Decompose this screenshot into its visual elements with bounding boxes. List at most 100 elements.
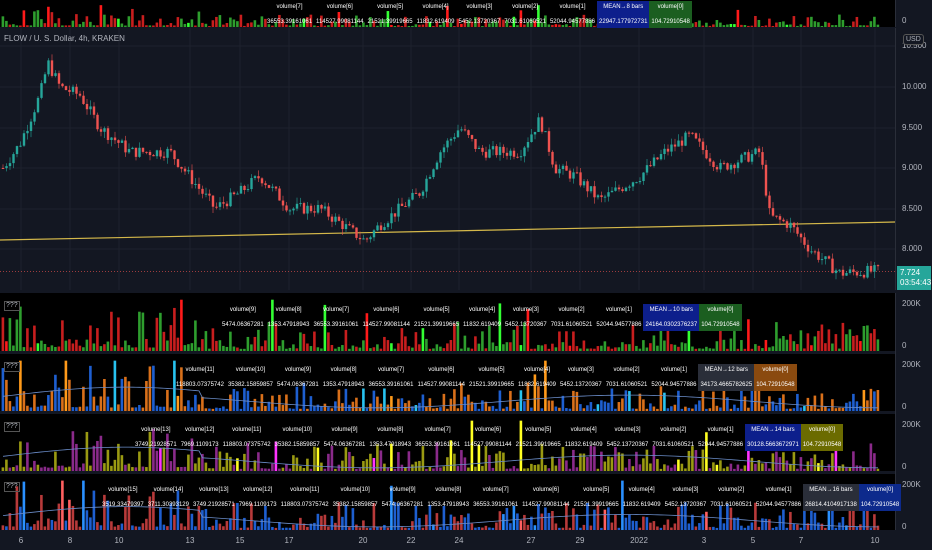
- volume-value: 118803.07375742: [222, 442, 271, 448]
- volume-bar: [705, 346, 708, 351]
- price-axis[interactable]: 10.500 10.000 9.500 9.000 8.500 8.000: [895, 28, 932, 290]
- volume-bar: [540, 408, 544, 411]
- candle: [183, 168, 187, 172]
- volume-bar: [708, 348, 712, 351]
- volume-axis-8[interactable]: 0: [895, 0, 932, 27]
- volume-bar: [57, 387, 61, 411]
- volume-bar: [750, 390, 754, 411]
- volume-bar: [453, 516, 456, 530]
- volume-bar: [687, 407, 691, 411]
- volume-bar: [827, 329, 831, 351]
- volume-bar: [505, 507, 509, 530]
- volume-bar: [369, 453, 372, 471]
- volume-bar: [222, 24, 225, 27]
- volume-bar: [110, 465, 113, 471]
- volume-bar: [771, 346, 775, 351]
- volume-bar: [131, 347, 134, 351]
- candle: [838, 269, 841, 271]
- candle: [495, 146, 498, 156]
- candle: [600, 195, 603, 198]
- volume-bar: [225, 346, 229, 351]
- volume-bar: [750, 25, 754, 27]
- volume-bar: [211, 468, 215, 471]
- price-tick: 9.500: [902, 123, 923, 132]
- candle: [351, 225, 355, 228]
- volume-bar: [334, 348, 337, 351]
- volume-bar: [523, 468, 526, 471]
- volume-bar: [337, 464, 341, 471]
- volume-bar: [68, 379, 71, 411]
- volume-bar: [845, 334, 848, 351]
- volume-bar: [652, 406, 656, 411]
- volume-bar: [453, 453, 456, 471]
- volume-bar: [523, 401, 526, 411]
- volume-bar: [775, 22, 778, 27]
- volume-bar: [190, 19, 194, 27]
- volume-bar: [586, 348, 589, 351]
- indicator-label[interactable]: ???: [4, 422, 20, 432]
- volume-tick: 0: [902, 402, 907, 411]
- volume-bar: [859, 341, 862, 351]
- volume-bar: [309, 396, 313, 411]
- volume-bar: [831, 399, 834, 411]
- volume-bar: [834, 25, 838, 27]
- volume-bar: [372, 458, 376, 471]
- volume-bar: [124, 340, 127, 351]
- volume-bar: [187, 400, 190, 411]
- candle: [50, 60, 54, 76]
- volume-bar: [264, 340, 267, 351]
- volume-value: 5474.06367281: [381, 502, 424, 508]
- volume-bar: [47, 347, 50, 351]
- volume-bar: [362, 520, 365, 530]
- volume-bar: [222, 406, 225, 411]
- volume-bar: [603, 461, 607, 471]
- price-chart[interactable]: [0, 28, 895, 290]
- volume-bar: [820, 393, 824, 411]
- volume-bar: [743, 24, 747, 27]
- indicator-label[interactable]: ???: [4, 301, 20, 311]
- volume-bar: [162, 406, 166, 411]
- volume-bar: [568, 468, 572, 471]
- candle: [232, 192, 236, 195]
- volume-header: volume[3]: [567, 367, 594, 373]
- volume-bar: [516, 513, 519, 530]
- volume-bar: [197, 404, 201, 411]
- volume-bar: [141, 523, 145, 530]
- volume-bar: [757, 526, 761, 530]
- currency-button[interactable]: USD: [903, 34, 924, 45]
- indicator-label[interactable]: ???: [4, 482, 20, 492]
- volume-value: 5452.13720367: [664, 502, 707, 508]
- volume-bar: [799, 527, 803, 530]
- volume-table: volume[13] volume[12] volume[11] volume[10]…: [133, 424, 844, 451]
- candle: [684, 132, 687, 146]
- volume-bar: [71, 343, 75, 351]
- volume-bar: [8, 401, 12, 411]
- candle: [670, 144, 673, 152]
- volume-bar: [680, 408, 684, 411]
- candle: [337, 216, 341, 221]
- volume-bar: [509, 342, 512, 351]
- volume-bar: [614, 347, 617, 351]
- candle: [596, 195, 600, 198]
- volume-bar: [834, 408, 838, 411]
- volume-bar: [5, 20, 8, 27]
- volume-bar: [302, 333, 306, 351]
- volume-header: volume[9]: [331, 427, 358, 433]
- candle: [635, 182, 638, 184]
- volume-value: 3519.33479397: [102, 502, 144, 508]
- volume-bar: [596, 468, 600, 471]
- volume-bar: [43, 466, 47, 471]
- candle: [799, 233, 803, 238]
- volume-bar: [96, 440, 99, 471]
- volume-bar: [351, 456, 355, 471]
- volume-bar: [526, 524, 530, 530]
- volume-bar: [407, 527, 411, 530]
- volume-bar: [299, 408, 302, 411]
- volume-value: 11832.619409: [416, 19, 455, 25]
- volume-bar: [477, 343, 481, 351]
- candle: [558, 169, 561, 174]
- indicator-label[interactable]: ???: [4, 362, 20, 372]
- volume-bar: [803, 25, 806, 27]
- volume-bar: [229, 456, 232, 471]
- volume-bar: [82, 21, 85, 27]
